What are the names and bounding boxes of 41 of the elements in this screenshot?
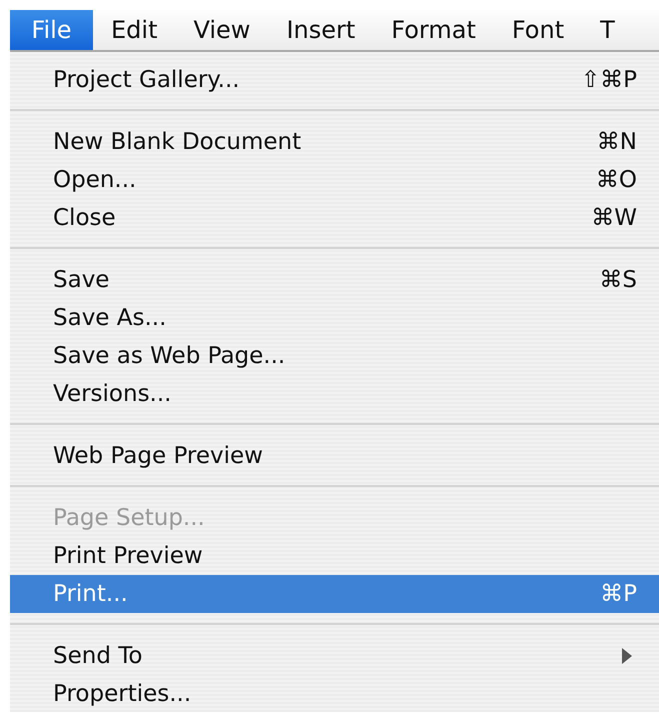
shortcut-label: ⌘O xyxy=(596,167,637,193)
menu-title[interactable]: T xyxy=(582,10,633,50)
menu-item[interactable]: Versions... xyxy=(10,375,659,413)
menu-item[interactable]: Web Page Preview xyxy=(10,437,659,475)
shortcut-label: ⌘N xyxy=(596,129,637,155)
menu-item-label: Save As... xyxy=(53,305,168,331)
menu-item-label: Versions... xyxy=(53,381,172,407)
menu-item-label: Page Setup... xyxy=(53,505,206,531)
menu-item[interactable]: Print... ⌘P xyxy=(10,575,659,613)
menu-title[interactable]: View xyxy=(175,10,268,50)
shortcut-label: ⌘W xyxy=(591,205,637,231)
menu-item[interactable]: Open... ⌘O xyxy=(10,161,659,199)
menu-title[interactable]: File xyxy=(10,10,93,50)
menu-item-label: Save xyxy=(53,267,110,293)
menu-title[interactable]: Edit xyxy=(93,10,176,50)
menu-item[interactable]: Save as Web Page... xyxy=(10,337,659,375)
menu-item-label: Print... xyxy=(53,581,129,607)
menu-item[interactable]: Properties... xyxy=(10,675,659,713)
menu-item[interactable]: Print Preview xyxy=(10,537,659,575)
menu-title[interactable]: Format xyxy=(373,10,494,50)
menu-item[interactable]: Save As... xyxy=(10,299,659,337)
menu-item-label: Open... xyxy=(53,167,138,193)
menu-item[interactable]: Save ⌘S xyxy=(10,261,659,299)
menu-item[interactable]: Close ⌘W xyxy=(10,199,659,237)
menu-item-label: Project Gallery... xyxy=(53,67,241,93)
menu-item[interactable]: Send To xyxy=(10,637,659,675)
menu-item-label: Print Preview xyxy=(53,543,204,569)
menu-title[interactable]: Font xyxy=(494,10,582,50)
menu-item[interactable]: New Blank Document ⌘N xyxy=(10,123,659,161)
menu-item-label: Send To xyxy=(53,643,144,669)
submenu-arrow-icon xyxy=(621,647,633,665)
shortcut-label: ⇧⌘P xyxy=(580,67,637,93)
shortcut-label: ⌘S xyxy=(599,267,637,293)
shortcut-label: ⌘P xyxy=(600,581,637,607)
menu-item[interactable]: Project Gallery... ⇧⌘P xyxy=(10,61,659,99)
menu-title[interactable]: Insert xyxy=(268,10,374,50)
menu-item-label: New Blank Document xyxy=(53,129,302,155)
menu-item-label: Save as Web Page... xyxy=(53,343,286,369)
menu-item-label: Web Page Preview xyxy=(53,443,264,469)
menu-item-label: Close xyxy=(53,205,117,231)
menu-item-label: Properties... xyxy=(53,681,192,707)
